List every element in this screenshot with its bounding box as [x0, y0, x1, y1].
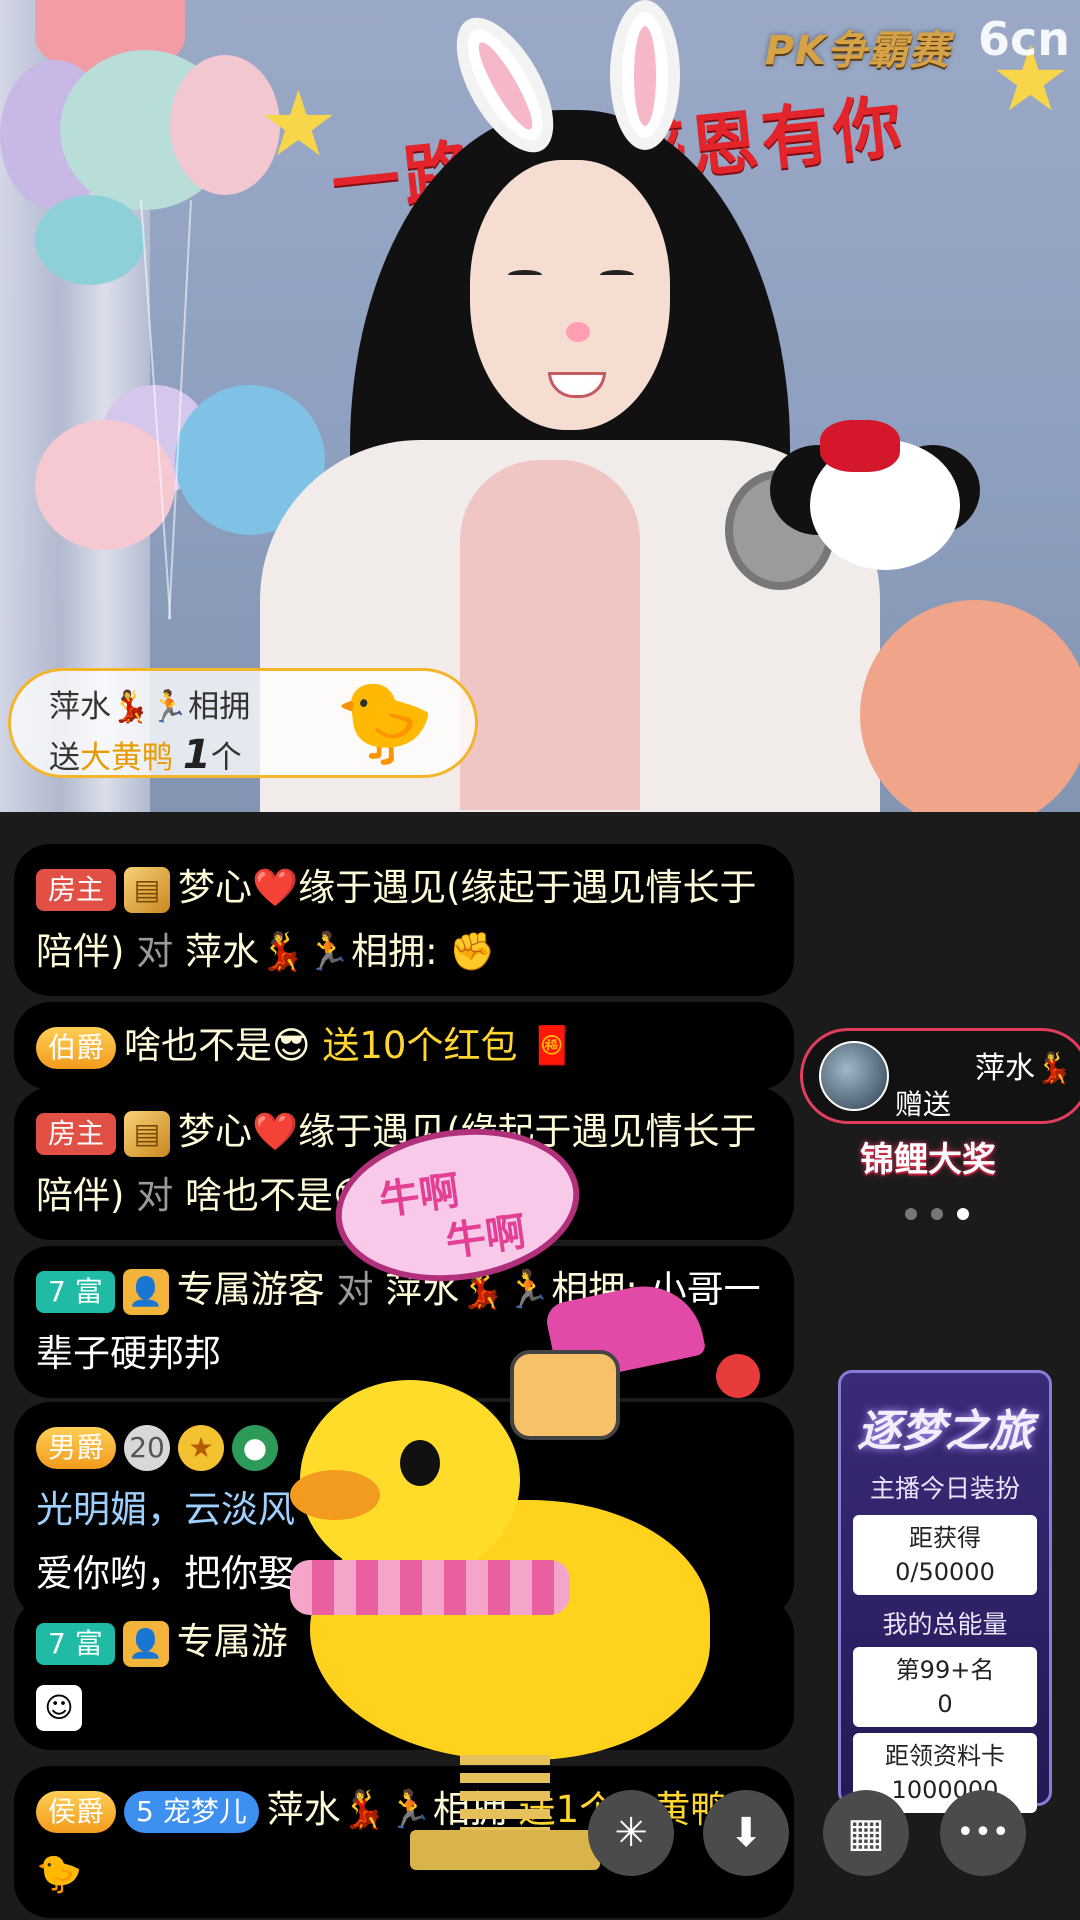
download-button[interactable]: ⬇: [703, 1790, 789, 1876]
level-shield-icon: 20: [124, 1424, 171, 1471]
chat-message[interactable]: 房主 ▤ 梦心❤️缘于遇见(缘起于遇见情长于陪伴) 对 萍水💃🏃相拥: ✊: [14, 844, 794, 996]
duck-eye: [400, 1440, 440, 1486]
streamer-sweater: [460, 460, 640, 810]
chat-content: ✊: [449, 930, 496, 973]
balloon: [35, 195, 145, 285]
chat-message[interactable]: 伯爵 啥也不是😎 送10个红包 🧧: [14, 1002, 794, 1090]
rubber-duck-animation: [270, 1380, 710, 1870]
gold-card-icon: ▤: [124, 1110, 171, 1157]
carousel-dot-active[interactable]: [957, 1208, 969, 1220]
red-envelope-icon: 🧧: [529, 1024, 576, 1067]
carousel-dots: [905, 1205, 983, 1224]
duck-beak: [290, 1470, 380, 1520]
live-video[interactable]: ★ ★ 一路陪伴感恩有你 PK争霸赛 6cn 萍水💃🏃相拥 送大黄鸭 1个 🐤: [0, 0, 1080, 812]
duck-gift-icon: 🐤: [335, 675, 435, 768]
duck-base: [410, 1830, 600, 1870]
dream-energy-label: 我的总能量: [882, 1610, 1008, 1639]
user-icon: 👤: [122, 1620, 169, 1667]
star-badge-icon: ★: [178, 1424, 225, 1471]
chat-content: 送10个红包: [322, 1024, 518, 1067]
dream-subtitle: 主播今日装扮: [869, 1474, 1020, 1503]
dream-energy-value: 0: [937, 1690, 953, 1718]
gift-unit: 个: [210, 740, 242, 776]
chat-user[interactable]: 啥也不是😎: [124, 1024, 311, 1067]
dream-need-value: 0/50000: [895, 1558, 995, 1586]
bunny-nose-sticker: [566, 322, 590, 342]
bunny-ear-right: [610, 0, 680, 150]
balloon: [35, 420, 175, 550]
chat-user[interactable]: 专属游客: [177, 1268, 325, 1311]
fan-level: 5: [136, 1794, 154, 1828]
chat-connector: 对: [136, 930, 174, 973]
fan-badge-label: 宠梦儿: [162, 1794, 247, 1828]
user-icon: 👤: [122, 1268, 169, 1315]
dream-journey-panel[interactable]: 逐梦之旅 主播今日装扮 距获得 0/50000 我的总能量 第99+名 0 距领…: [838, 1370, 1052, 1813]
dream-title: 逐梦之旅: [857, 1406, 1033, 1457]
wealth-badge: 7 富: [36, 1270, 115, 1313]
more-button[interactable]: •••: [940, 1790, 1026, 1876]
star-decoration: ★: [258, 72, 339, 177]
face-sticker-icon: ☺: [36, 1684, 82, 1731]
site-logo: 6cn: [977, 12, 1070, 66]
duck-gift-icon: 🐤: [36, 1852, 83, 1895]
rank-badge: 侯爵: [36, 1790, 117, 1833]
streamer-eye: [600, 270, 634, 280]
duck-spring: [460, 1755, 550, 1835]
avatar: [819, 1041, 889, 1111]
effects-button[interactable]: ✳: [588, 1790, 674, 1876]
duck-scarf: [290, 1560, 570, 1615]
chat-connector: 对: [136, 1174, 174, 1217]
koi-prize-banner[interactable]: 锦鲤大奖: [860, 1132, 996, 1181]
teddy-bear: [860, 600, 1080, 812]
rank-badge: 伯爵: [36, 1026, 117, 1069]
bubble-line-2: 牛啊: [442, 1209, 529, 1266]
chat-connector: 对: [336, 1268, 374, 1311]
gift-notice: 萍水💃🏃相拥 送大黄鸭 1个 🐤: [8, 668, 478, 778]
gift-pill-action: 赠送: [895, 1088, 952, 1121]
gift-count: 1: [182, 732, 211, 778]
gift-broadcast-pill[interactable]: 萍水💃 赠送: [800, 1028, 1080, 1124]
chat-target[interactable]: 萍水💃🏃相拥:: [185, 930, 438, 973]
dream-rank: 第99+名: [895, 1656, 995, 1684]
host-badge: 房主: [36, 1112, 117, 1155]
chat-message[interactable]: 侯爵5 宠梦儿萍水💃🏃相拥 送1个大黄鸭 🐤: [14, 1766, 794, 1918]
dream-need-label: 距获得: [909, 1524, 981, 1552]
plush-bow: [820, 420, 900, 472]
chat-user[interactable]: 光明媚，云淡风: [36, 1488, 295, 1531]
carousel-dot[interactable]: [905, 1208, 917, 1220]
duck-head: [290, 1380, 520, 1580]
gift-prefix: 送: [49, 740, 80, 776]
dream-card-label: 距领资料卡: [885, 1742, 1005, 1770]
dream-rank-card: 第99+名 0: [853, 1647, 1037, 1727]
dream-progress: 距获得 0/50000: [853, 1515, 1037, 1595]
gift-pill-name: 萍水💃: [975, 1051, 1073, 1086]
gift-name: 大黄鸭: [80, 740, 173, 776]
gold-card-icon: ▤: [124, 866, 171, 913]
carousel-dot[interactable]: [931, 1208, 943, 1220]
rank-badge: 男爵: [36, 1426, 117, 1469]
host-badge: 房主: [36, 868, 117, 911]
clown-hat-pompom: [716, 1354, 760, 1398]
fan-badge: 5 宠梦儿: [124, 1790, 259, 1833]
chat-content: 爱你哟，把你娶: [36, 1552, 295, 1595]
wealth-badge: 7 富: [36, 1622, 115, 1665]
grid-menu-button[interactable]: ▦: [823, 1790, 909, 1876]
streamer-eye: [508, 270, 542, 280]
pk-logo: PK争霸赛: [764, 28, 950, 74]
